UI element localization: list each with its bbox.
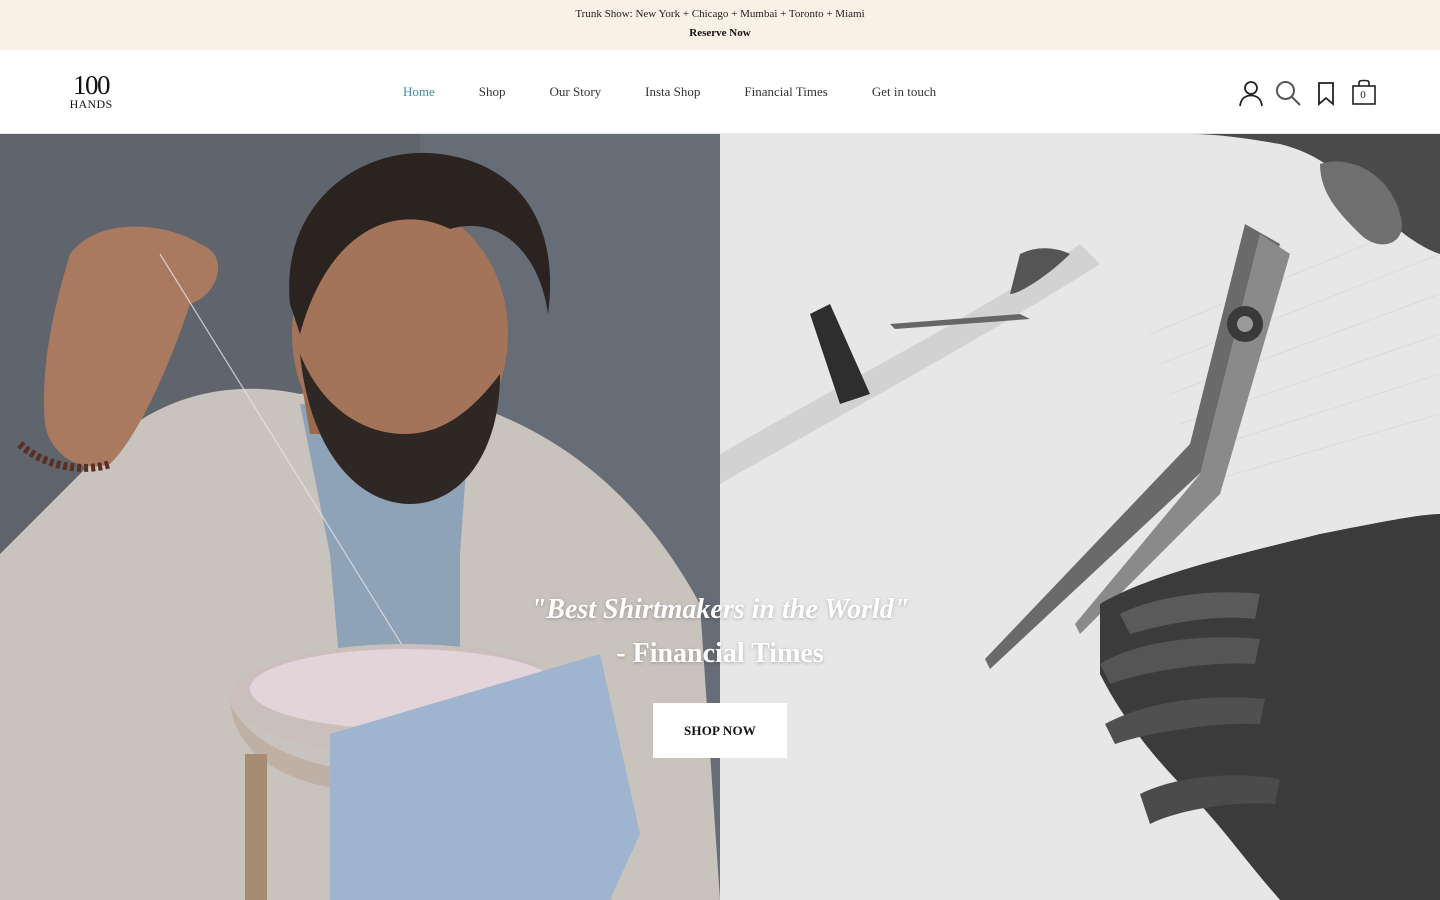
nav-item-shop[interactable]: Shop (457, 83, 528, 101)
logo-number: 100 (73, 70, 111, 100)
hero-quote: "Best Shirtmakers in the World" (530, 594, 910, 625)
hero-banner: "Best Shirtmakers in the World" - Financ… (0, 134, 1440, 900)
reserve-now-link[interactable]: Reserve Now (0, 27, 1440, 39)
shopping-bag-icon[interactable]: 0 (1350, 78, 1380, 108)
search-icon[interactable] (1273, 78, 1303, 108)
announcement-text: Trunk Show: New York + Chicago + Mumbai … (575, 8, 865, 20)
nav-item-our-story[interactable]: Our Story (528, 83, 624, 101)
logo[interactable]: 100 HANDS (67, 70, 115, 111)
craftsman-image (0, 134, 720, 900)
cart-count: 0 (1360, 89, 1366, 101)
logo-word: HANDS (69, 97, 113, 111)
user-icon[interactable] (1236, 78, 1266, 108)
site-header: 100 HANDS Home Shop Our Story Insta Shop… (0, 50, 1440, 134)
nav-item-financial-times[interactable]: Financial Times (722, 83, 849, 101)
scissors-image (720, 134, 1440, 900)
announcement-bar: Trunk Show: New York + Chicago + Mumbai … (0, 0, 1440, 50)
nav-item-get-in-touch[interactable]: Get in touch (850, 83, 958, 101)
main-nav: Home Shop Our Story Insta Shop Financial… (381, 83, 958, 101)
hero-attribution: - Financial Times (616, 638, 824, 669)
bookmark-icon[interactable] (1312, 78, 1342, 108)
shop-now-button[interactable]: SHOP NOW (653, 703, 787, 758)
nav-item-home[interactable]: Home (381, 83, 457, 101)
nav-item-insta-shop[interactable]: Insta Shop (623, 83, 722, 101)
